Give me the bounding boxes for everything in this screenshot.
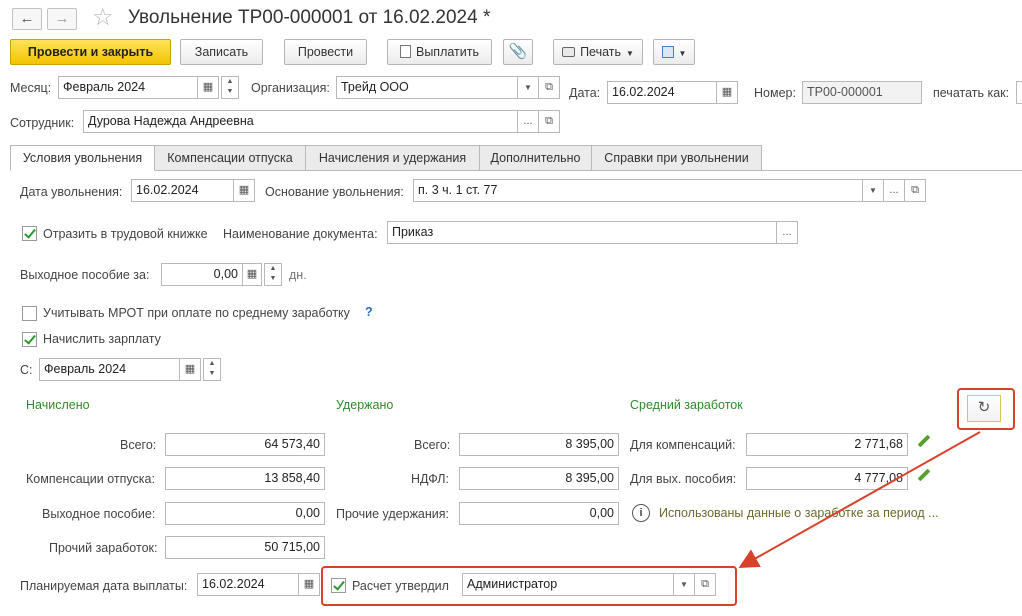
tab-dismissal-conditions[interactable]: Условия увольнения (10, 145, 155, 171)
arrow-line (738, 431, 981, 568)
annotation-arrow (738, 431, 981, 568)
